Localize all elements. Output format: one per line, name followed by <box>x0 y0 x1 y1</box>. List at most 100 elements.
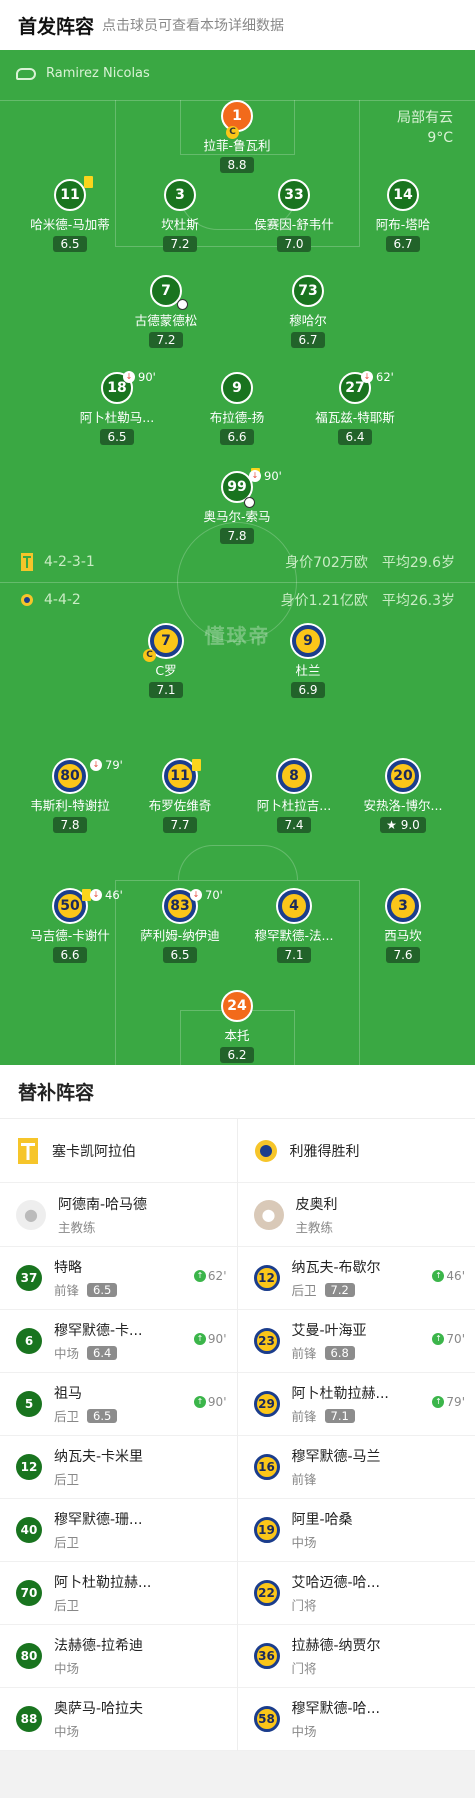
sub-player-name: 艾哈迈德-哈... <box>291 1575 380 1591</box>
home-team-name: 塞卡凯阿拉伯 <box>52 1143 136 1160</box>
home-team-row[interactable]: 塞卡凯阿拉伯 <box>0 1119 237 1183</box>
away-player[interactable]: 4 穆罕默德-法... 7.1 <box>234 890 354 963</box>
sub-player-rating: 6.8 <box>324 1345 355 1360</box>
home-value: 身价702万欧 <box>285 555 368 571</box>
away-player[interactable]: 24 本托 6.2 <box>177 990 297 1063</box>
player-name: 阿卜杜拉吉... <box>256 798 332 813</box>
weather-temp: 9°C <box>427 130 453 146</box>
away-player[interactable]: 50 ↓ 46' 马吉德-卡谢什 6.6 <box>10 888 130 963</box>
sub-player-name: 穆罕默德-马兰 <box>291 1449 381 1465</box>
player-name: 马吉德-卡谢什 <box>30 928 110 943</box>
player-number: 3 <box>387 890 419 922</box>
sub-player-position: 前锋 7.1 <box>292 1406 389 1425</box>
sub-player-row[interactable]: 29 阿卜杜勒拉赫... 前锋 7.1 ↑ 79' <box>237 1373 475 1436</box>
sub-player-number: 40 <box>16 1517 42 1543</box>
away-player[interactable]: 9 杜兰 6.9 <box>248 625 368 698</box>
player-rating: 6.5 <box>100 429 134 445</box>
away-team-row[interactable]: 利雅得胜利 <box>237 1119 475 1183</box>
player-name: 奥马尔-索马 <box>203 509 271 524</box>
home-player[interactable]: 99 ↓ 90' 奥马尔-索马 7.8 <box>177 468 297 544</box>
home-player[interactable]: 73 穆哈尔 6.7 <box>248 275 368 348</box>
sub-player-rating: 6.5 <box>87 1408 118 1423</box>
goal-ball-icon <box>177 299 188 310</box>
sub-player-position: 前锋 6.5 <box>54 1280 118 1299</box>
home-player[interactable]: 14 阿布-塔哈 6.7 <box>343 179 463 252</box>
sub-player-rating: 7.1 <box>324 1408 355 1423</box>
sub-player-row[interactable]: 88 奥萨马-哈拉夫 中场 <box>0 1688 237 1751</box>
player-name: 福瓦兹-特耶斯 <box>315 410 395 425</box>
lineup-header: 首发阵容 点击球员可查看本场详细数据 <box>0 0 475 50</box>
sub-player-position: 后卫 <box>54 1598 80 1613</box>
home-avg-age: 平均29.6岁 <box>381 555 455 571</box>
sub-out-arrow-icon: ↓ <box>361 371 373 383</box>
player-number: 9 <box>292 625 324 657</box>
coach-placeholder-icon: ● <box>16 1199 46 1230</box>
sub-in-arrow-icon: ↑ <box>432 1396 445 1408</box>
away-coach-row[interactable]: ● 皮奥利 主教练 <box>237 1183 475 1247</box>
player-rating: 7.1 <box>149 682 183 698</box>
sub-player-name: 纳瓦夫-布歇尔 <box>291 1260 381 1276</box>
sub-player-name: 阿卜杜勒拉赫... <box>54 1575 152 1591</box>
home-player[interactable]: 18 ↓ 90' 阿卜杜勒马... 6.5 <box>57 370 177 445</box>
away-player[interactable]: 3 西马坎 7.6 <box>343 890 463 963</box>
sub-player-position: 后卫 6.5 <box>54 1406 118 1425</box>
sub-player-row[interactable]: 40 穆罕默德-珊... 后卫 <box>0 1499 237 1562</box>
sub-out-indicator: ↓ 46' <box>90 888 123 902</box>
substitutes-section: 替补阵容 塞卡凯阿拉伯 ● 阿德南-哈马德 主教练 37 特略 前锋 6.5 ↑ 62' 6… <box>0 1065 475 1751</box>
yellow-card-icon <box>84 176 93 188</box>
away-player[interactable]: 7 C罗 7.1 <box>106 625 226 698</box>
player-number: 11 <box>164 759 201 792</box>
away-player[interactable]: 80 ↓ 79' 韦斯利-特谢拉 7.8 <box>10 758 130 833</box>
home-team-crest-icon <box>18 1137 38 1164</box>
home-player[interactable]: 27 ↓ 62' 福瓦兹-特耶斯 6.4 <box>295 370 415 445</box>
sub-player-row[interactable]: 37 特略 前锋 6.5 ↑ 62' <box>0 1247 237 1310</box>
sub-player-position: 门将 <box>291 1661 317 1676</box>
player-rating: 6.9 <box>291 682 325 698</box>
player-name: 布罗佐维奇 <box>148 798 212 813</box>
sub-player-row[interactable]: 5 祖马 后卫 6.5 ↑ 90' <box>0 1373 237 1436</box>
player-rating: 6.7 <box>386 236 420 252</box>
captain-badge: C <box>226 126 239 139</box>
weather-condition: 局部有云 <box>397 110 453 126</box>
away-subs-column: 利雅得胜利 ● 皮奥利 主教练 12 纳瓦夫-布歇尔 后卫 7.2 ↑ 46' 23 艾曼-叶… <box>237 1119 475 1751</box>
away-player[interactable]: 8 阿卜杜拉吉... 7.4 <box>234 760 354 833</box>
sub-player-row[interactable]: 6 穆罕默德-卡... 中场 6.4 ↑ 90' <box>0 1310 237 1373</box>
player-name: 坎杜斯 <box>161 217 199 232</box>
sub-player-row[interactable]: 19 阿里-哈桑 中场 <box>237 1499 475 1562</box>
home-subs-column: 塞卡凯阿拉伯 ● 阿德南-哈马德 主教练 37 特略 前锋 6.5 ↑ 62' 6 穆罕默德-… <box>0 1119 238 1751</box>
away-player[interactable]: 11 布罗佐维奇 7.7 <box>120 759 240 833</box>
sub-in-indicator: ↑ 90' <box>193 1332 227 1346</box>
sub-player-row[interactable]: 70 阿卜杜勒拉赫... 后卫 <box>0 1562 237 1625</box>
player-rating: 7.8 <box>220 528 254 544</box>
sub-player-row[interactable]: 12 纳瓦夫-布歇尔 后卫 7.2 ↑ 46' <box>237 1247 475 1310</box>
captain-badge: C <box>143 649 156 662</box>
sub-player-row[interactable]: 58 穆罕默德-哈... 中场 <box>237 1688 475 1751</box>
player-rating: 7.0 <box>277 236 311 252</box>
player-number: 50 <box>54 889 91 922</box>
home-player[interactable]: 9 布拉德-扬 6.6 <box>177 372 297 445</box>
sub-player-row[interactable]: 23 艾曼-叶海亚 前锋 6.8 ↑ 70' <box>237 1310 475 1373</box>
home-player[interactable]: 7 古德蒙德松 7.2 <box>106 275 226 348</box>
player-name: 侯赛因-舒韦什 <box>254 217 334 232</box>
home-player[interactable]: 33 侯赛因-舒韦什 7.0 <box>234 179 354 252</box>
away-avg-age: 平均26.3岁 <box>381 593 455 609</box>
home-player[interactable]: 11 哈米德-马加蒂 6.5 <box>10 176 130 252</box>
away-player[interactable]: 20 安热洛-博尔... ★ 9.0 <box>343 760 463 833</box>
home-coach-row[interactable]: ● 阿德南-哈马德 主教练 <box>0 1183 237 1247</box>
home-player[interactable]: 3 坎杜斯 7.2 <box>120 179 240 252</box>
sub-player-row[interactable]: 22 艾哈迈德-哈... 门将 <box>237 1562 475 1625</box>
sub-player-row[interactable]: 16 穆罕默德-马兰 前锋 <box>237 1436 475 1499</box>
sub-player-position: 前锋 <box>291 1472 317 1487</box>
player-name: 西马坎 <box>384 928 422 943</box>
player-rating: 6.6 <box>220 429 254 445</box>
sub-player-name: 艾曼-叶海亚 <box>291 1323 367 1339</box>
sub-player-row[interactable]: 12 纳瓦夫-卡米里 后卫 <box>0 1436 237 1499</box>
away-player[interactable]: 83 ↓ 70' 萨利姆-纳伊迪 6.5 <box>120 888 240 963</box>
yellow-card-icon <box>192 759 201 771</box>
player-name: 韦斯利-特谢拉 <box>30 798 110 813</box>
home-team-crest-icon <box>21 553 33 571</box>
player-number: 3 <box>164 179 196 211</box>
sub-player-row[interactable]: 36 拉赫德-纳贾尔 门将 <box>237 1625 475 1688</box>
pitch: Ramirez Nicolas 局部有云 9°C 1 拉菲-鲁瓦利 8.8 C … <box>0 50 475 1065</box>
sub-player-row[interactable]: 80 法赫德-拉希迪 中场 <box>0 1625 237 1688</box>
